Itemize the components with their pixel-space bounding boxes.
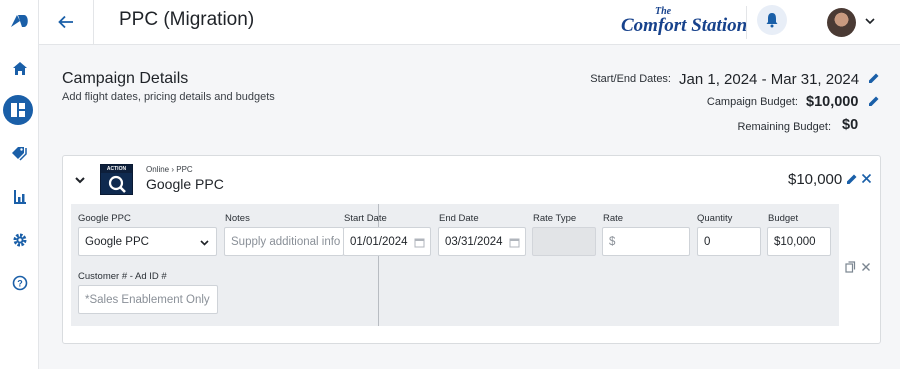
campaign-budget-label: Campaign Budget: xyxy=(706,96,798,108)
back-arrow-icon[interactable] xyxy=(53,10,79,34)
edit-icon[interactable] xyxy=(846,173,858,185)
breadcrumb: Online › PPC xyxy=(146,165,193,174)
customer-id-input[interactable]: *Sales Enablement Only xyxy=(78,285,218,314)
campaign-budget-value: $10,000 xyxy=(806,94,859,110)
logo-icon[interactable] xyxy=(0,6,39,36)
quantity-input[interactable]: 0 xyxy=(697,227,761,256)
rate-input[interactable]: $ xyxy=(602,227,690,256)
budget-input[interactable]: $10,000 xyxy=(767,227,831,256)
home-icon[interactable] xyxy=(0,53,39,83)
rate-label: Rate xyxy=(603,213,624,224)
product-title: Google PPC xyxy=(146,176,224,192)
search-icon xyxy=(108,175,126,193)
end-date-input[interactable]: 03/31/2024 xyxy=(438,227,526,256)
header-divider xyxy=(93,0,94,45)
remaining-budget-label: Remaining Budget: xyxy=(737,121,831,133)
start-date-input[interactable]: 01/01/2024 xyxy=(343,227,431,256)
gear-icon[interactable] xyxy=(0,225,39,255)
chevron-down-icon[interactable] xyxy=(73,173,87,187)
remaining-budget-value: $0 xyxy=(842,117,859,133)
tag-icon[interactable] xyxy=(0,138,39,168)
page-title: PPC (Migration) xyxy=(119,9,255,30)
start-date-label: Start Date xyxy=(344,213,387,224)
close-icon[interactable] xyxy=(861,173,872,184)
product-select[interactable]: Google PPC xyxy=(78,227,217,256)
close-icon[interactable] xyxy=(861,262,871,272)
help-icon[interactable]: ? xyxy=(0,268,39,298)
budget-label: Budget xyxy=(768,213,799,224)
dashboard-icon[interactable] xyxy=(3,95,33,125)
notes-label: Notes xyxy=(225,213,250,224)
calendar-icon[interactable] xyxy=(509,237,520,248)
header-divider xyxy=(746,6,747,39)
rate-type-input xyxy=(532,227,596,256)
customer-id-label: Customer # - Ad ID # xyxy=(78,271,167,282)
sidebar: ? xyxy=(0,0,39,369)
edit-budget-icon[interactable] xyxy=(868,95,880,107)
top-header: PPC (Migration) The Comfort Station xyxy=(39,0,900,45)
chevron-down-icon[interactable] xyxy=(863,14,877,28)
avatar[interactable] xyxy=(827,8,856,37)
quantity-label: Quantity xyxy=(697,213,733,224)
bell-icon[interactable] xyxy=(757,5,787,35)
card-budget: $10,000 xyxy=(788,171,843,188)
bar-chart-icon[interactable] xyxy=(0,182,39,212)
rate-type-label: Rate Type xyxy=(533,213,577,224)
chevron-down-icon xyxy=(200,240,209,246)
calendar-icon[interactable] xyxy=(414,237,425,248)
section-subtitle: Add flight dates, pricing details and bu… xyxy=(62,91,275,103)
product-icon: ACTION xyxy=(100,164,133,195)
end-date-label: End Date xyxy=(439,213,479,224)
edit-dates-icon[interactable] xyxy=(868,72,880,84)
product-label: Google PPC xyxy=(78,213,131,224)
line-item-card: ACTION Online › PPC Google PPC $10,000 G… xyxy=(62,155,881,344)
notes-input[interactable]: Supply additional info xyxy=(224,227,344,256)
copy-icon[interactable] xyxy=(845,261,856,273)
dates-value: Jan 1, 2024 - Mar 31, 2024 xyxy=(679,71,860,88)
section-title: Campaign Details xyxy=(62,70,189,87)
dates-label: Start/End Dates: xyxy=(590,73,671,85)
brand-logo: The Comfort Station xyxy=(621,6,748,36)
svg-text:?: ? xyxy=(17,279,23,289)
